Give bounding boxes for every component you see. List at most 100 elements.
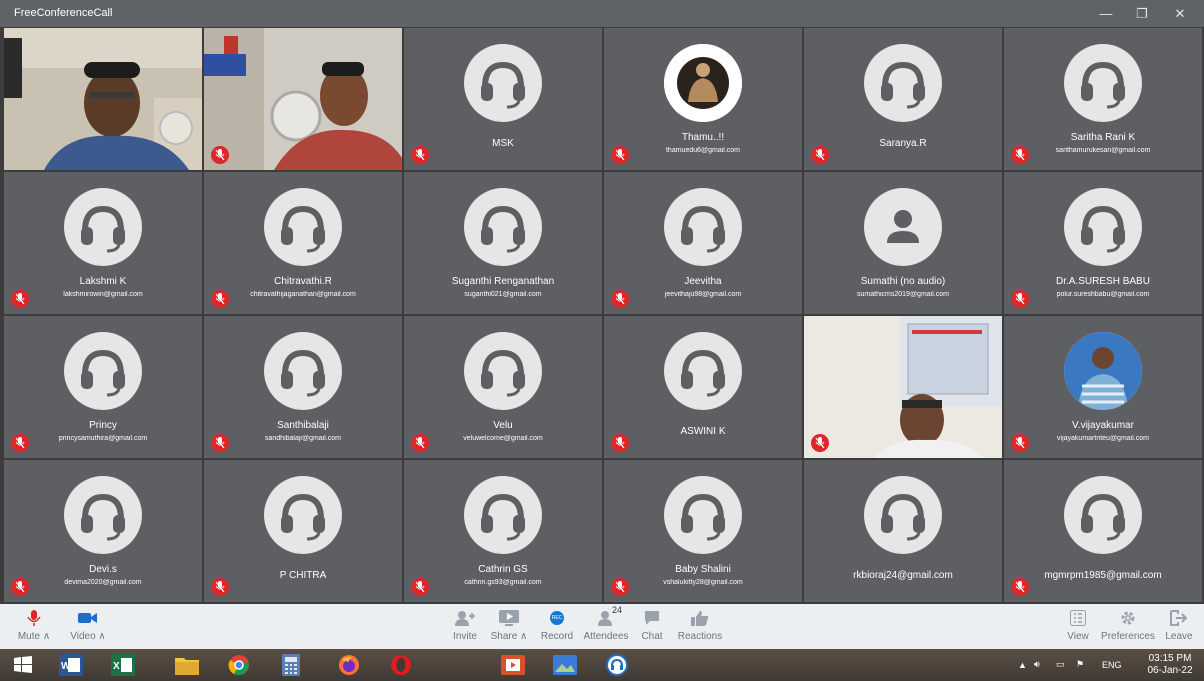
- participant-tile[interactable]: Princy princysamuthira@gmail.com: [4, 316, 202, 458]
- participant-tile[interactable]: ASWINI K: [604, 316, 802, 458]
- headset-icon: [681, 493, 725, 541]
- chat-button[interactable]: Chat: [638, 608, 666, 642]
- participant-grid: MSK Thamu..!! thamuedu6@gmail.com Sarany…: [4, 28, 1204, 604]
- word-icon: W: [59, 654, 83, 676]
- video-button[interactable]: Video ∧: [64, 608, 112, 642]
- headset-icon: [281, 349, 325, 397]
- record-button[interactable]: REC Record: [538, 608, 576, 642]
- mic-off-icon: [15, 293, 25, 305]
- participant-tile[interactable]: mgmrpm1985@gmail.com: [1004, 460, 1202, 602]
- participant-name: Thamu..!!: [681, 132, 725, 143]
- participant-tile[interactable]: Devi.s devima2020@gmail.com: [4, 460, 202, 602]
- mic-off-icon: [615, 293, 625, 305]
- participant-tile[interactable]: Jeevitha jeevithaju98@gmail.com: [604, 172, 802, 314]
- person-photo: [1064, 332, 1142, 410]
- participant-name: ASWINI K: [680, 426, 726, 437]
- participant-tile[interactable]: Saritha Rani K sarithamurukesan@gmail.co…: [1004, 28, 1202, 170]
- preferences-button[interactable]: Preferences: [1098, 608, 1158, 642]
- participant-tile[interactable]: Lakshmi K lakshmirowin@gmail.com: [4, 172, 202, 314]
- participant-tile[interactable]: V.vijayakumar vijayakumartnteu@gmail.com: [1004, 316, 1202, 458]
- participant-name: Baby Shalini: [675, 564, 731, 575]
- video-feed: [204, 28, 402, 170]
- participant-email: sarithamurukesan@gmail.com: [1055, 147, 1151, 154]
- headset-icon: [481, 349, 525, 397]
- headset-avatar: [664, 188, 742, 266]
- volume-icon[interactable]: 🔊︎: [1034, 659, 1040, 670]
- participant-name: P CHITRA: [279, 570, 327, 581]
- headset-avatar: [464, 332, 542, 410]
- profile-photo: [1064, 332, 1142, 410]
- maximize-button[interactable]: ❐: [1124, 0, 1160, 27]
- participant-tile[interactable]: P CHITRA: [204, 460, 402, 602]
- close-button[interactable]: ✕: [1162, 0, 1198, 27]
- taskbar-file-explorer[interactable]: [168, 651, 206, 679]
- leave-button[interactable]: Leave: [1162, 608, 1196, 642]
- headset-avatar: [1064, 188, 1142, 266]
- thumbs-up-icon: [691, 611, 709, 626]
- person-icon: [887, 210, 919, 243]
- participant-tile[interactable]: Santhibalaji sandhibalaji@gmail.com: [204, 316, 402, 458]
- show-hidden-icons-icon[interactable]: ▲: [1018, 660, 1027, 670]
- participant-tile[interactable]: Sumathi (no audio) sumathicms2019@gmail.…: [804, 172, 1002, 314]
- mic-muted-badge: [611, 434, 629, 452]
- gear-icon: [1121, 611, 1135, 625]
- network-icon[interactable]: ▭: [1056, 659, 1065, 670]
- mic-off-icon: [815, 437, 825, 449]
- taskbar-excel[interactable]: X: [104, 651, 142, 679]
- participant-tile[interactable]: Dr.A.SURESH BABU polur.sureshbabu@gmail.…: [1004, 172, 1202, 314]
- taskbar-clock[interactable]: 03:15 PM 06-Jan-22: [1140, 653, 1200, 677]
- invite-button[interactable]: Invite: [448, 608, 482, 642]
- headset-icon: [681, 349, 725, 397]
- participant-tile[interactable]: Suganthi Renganathan suganthi021@gmail.c…: [404, 172, 602, 314]
- flag-icon[interactable]: ⚑: [1076, 659, 1084, 670]
- share-button[interactable]: Share ∧: [484, 608, 534, 642]
- participant-tile[interactable]: [4, 28, 202, 170]
- participant-tile[interactable]: rkbioraj24@gmail.com: [804, 460, 1002, 602]
- mic-off-icon: [15, 437, 25, 449]
- participant-email: lakshmirowin@gmail.com: [63, 291, 143, 298]
- participant-tile[interactable]: Cathrin GS cathrin.gs93@gmail.com: [404, 460, 602, 602]
- headset-avatar: [264, 332, 342, 410]
- taskbar-opera[interactable]: [382, 651, 420, 679]
- mic-muted-badge: [411, 434, 429, 452]
- participant-name: Sumathi (no audio): [860, 276, 946, 287]
- conference-call-icon: [606, 654, 628, 676]
- mic-muted-badge: [811, 146, 829, 164]
- view-button[interactable]: View: [1062, 608, 1094, 642]
- media-player-icon: [501, 655, 525, 675]
- participant-tile[interactable]: Baby Shalini vshalukitty28@gmail.com: [604, 460, 802, 602]
- taskbar-conference-app[interactable]: [598, 651, 636, 679]
- taskbar-photos[interactable]: [546, 651, 584, 679]
- participant-name: Jeevitha: [684, 276, 722, 287]
- chrome-icon: [228, 655, 249, 676]
- participant-name: Dr.A.SURESH BABU: [1056, 276, 1150, 287]
- mic-muted-badge: [211, 434, 229, 452]
- start-button[interactable]: [4, 651, 42, 679]
- reactions-button[interactable]: Reactions: [674, 608, 726, 642]
- mic-off-icon: [215, 581, 225, 593]
- input-language[interactable]: ENG: [1102, 660, 1122, 670]
- headset-avatar: [64, 332, 142, 410]
- headset-icon: [481, 205, 525, 253]
- exit-icon: [1170, 610, 1188, 626]
- mute-button[interactable]: Mute ∧: [14, 608, 54, 642]
- participant-tile[interactable]: MSK: [404, 28, 602, 170]
- attendees-button[interactable]: 24 Attendees: [580, 605, 632, 642]
- participant-email: veluwelcome@gmail.com: [463, 435, 543, 442]
- participant-tile[interactable]: Saranya.R: [804, 28, 1002, 170]
- taskbar-calculator[interactable]: [272, 651, 310, 679]
- participant-tile[interactable]: Chitravathi.R chitravathijaganathan@gmai…: [204, 172, 402, 314]
- minimize-button[interactable]: —: [1088, 0, 1124, 27]
- taskbar-firefox[interactable]: [330, 651, 368, 679]
- add-person-icon: [455, 611, 475, 626]
- profile-photo: [664, 44, 742, 122]
- participant-tile[interactable]: Thamu..!! thamuedu6@gmail.com: [604, 28, 802, 170]
- participant-tile[interactable]: [804, 316, 1002, 458]
- participant-tile[interactable]: [204, 28, 402, 170]
- headset-avatar: [264, 476, 342, 554]
- taskbar-word[interactable]: W: [52, 651, 90, 679]
- taskbar-chrome[interactable]: [220, 651, 258, 679]
- taskbar-media[interactable]: [494, 651, 532, 679]
- headset-avatar: [464, 476, 542, 554]
- participant-tile[interactable]: Velu veluwelcome@gmail.com: [404, 316, 602, 458]
